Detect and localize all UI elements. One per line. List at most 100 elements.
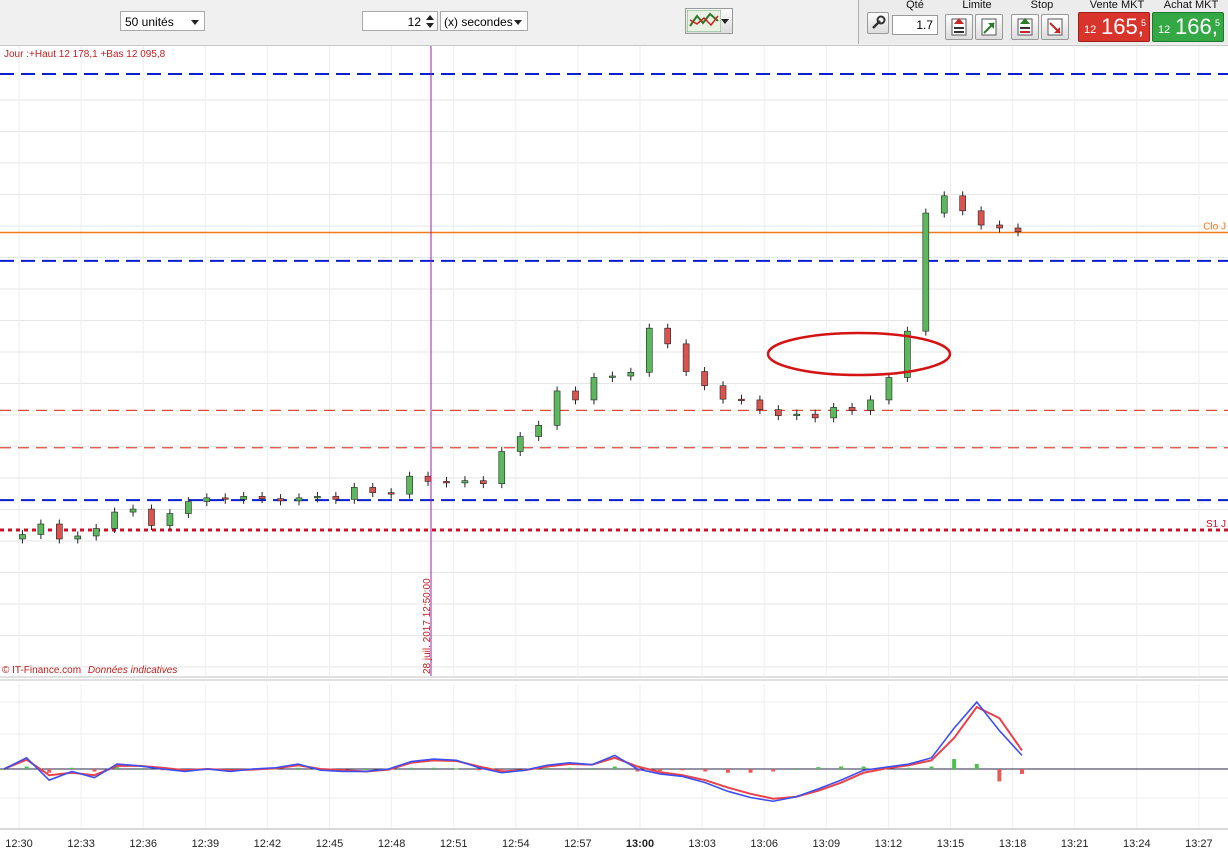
candle-body bbox=[406, 475, 413, 495]
macd-histogram-bar bbox=[703, 769, 708, 772]
macd-histogram-bar bbox=[974, 764, 979, 769]
time-tick-label: 12:39 bbox=[192, 838, 220, 850]
candle-body bbox=[922, 212, 930, 332]
consolidation-highlight bbox=[766, 331, 952, 377]
macd-histogram-bar bbox=[725, 769, 730, 773]
macd-histogram-bar bbox=[816, 767, 821, 769]
time-tick-label: 12:48 bbox=[378, 838, 406, 850]
macd-histogram-bar bbox=[680, 769, 685, 771]
time-cursor-label: 28 juil. 2017 12:50:00 bbox=[422, 578, 433, 674]
candle-body bbox=[645, 327, 653, 373]
candle-body bbox=[350, 487, 358, 500]
candle-body bbox=[480, 480, 487, 484]
candle-body bbox=[148, 508, 155, 526]
candle-body bbox=[498, 451, 506, 484]
macd-histogram-bar bbox=[771, 769, 776, 772]
level-label: S1 J bbox=[1206, 519, 1226, 530]
candle-body bbox=[701, 371, 708, 387]
candle-body bbox=[664, 327, 672, 345]
candle-body bbox=[590, 377, 598, 401]
pivot-levels: Clo J S1 J bbox=[0, 73, 1228, 532]
macd-histogram-bar bbox=[793, 769, 798, 770]
candle-body bbox=[166, 513, 174, 526]
macd-histogram-bar bbox=[658, 769, 663, 771]
time-tick-label: 12:33 bbox=[67, 838, 95, 850]
candle-body bbox=[996, 224, 1003, 229]
time-tick-label: 12:42 bbox=[254, 838, 282, 850]
candle-body bbox=[443, 481, 450, 484]
candle-body bbox=[424, 475, 432, 482]
candle-body bbox=[885, 377, 893, 401]
macd-histogram-bar bbox=[748, 769, 753, 773]
time-tick-label: 13:12 bbox=[875, 838, 903, 850]
time-axis: 12:30 12:33 12:36 12:39 12:42 12:45 12:48 12:51… bbox=[5, 838, 1212, 850]
macd-histogram-bar bbox=[137, 769, 142, 770]
time-tick-label: 13:18 bbox=[999, 838, 1027, 850]
candle-body bbox=[221, 497, 229, 500]
macd-histogram-bar bbox=[906, 767, 911, 769]
time-tick-label: 12:54 bbox=[502, 838, 530, 850]
candle-body bbox=[314, 496, 321, 499]
candle-body bbox=[738, 398, 745, 401]
time-tick-label: 12:30 bbox=[5, 838, 33, 850]
macd-histogram-bar bbox=[590, 769, 595, 770]
macd-histogram-bar bbox=[612, 766, 617, 769]
macd-histogram-bar bbox=[92, 769, 97, 772]
macd-gridlines bbox=[0, 701, 1228, 799]
macd-histogram-bar bbox=[929, 766, 934, 769]
disclaimer-label: Données indicatives bbox=[88, 665, 178, 676]
macd-histogram-bar bbox=[997, 769, 1002, 782]
candle-body bbox=[1014, 227, 1022, 233]
candle-body bbox=[848, 407, 856, 411]
price-chart[interactable]: Clo J S1 J 28 juil. 2017 12:50:00 Jour :+… bbox=[0, 0, 1228, 854]
macd-histogram-bar bbox=[47, 769, 52, 773]
candle-body bbox=[516, 436, 524, 452]
info-text: Jour :+Haut 12 178,1 +Bas 12 095,8 bbox=[4, 49, 166, 60]
copyright-label: © IT-Finance.com bbox=[2, 665, 81, 676]
macd-histogram-bar bbox=[544, 767, 549, 769]
macd-histogram-bar bbox=[431, 767, 436, 769]
time-tick-label: 12:45 bbox=[316, 838, 344, 850]
macd-histogram-bar bbox=[499, 769, 504, 771]
candle-body bbox=[553, 390, 561, 426]
candle-body bbox=[92, 528, 100, 537]
macd-signal-line bbox=[3, 705, 1023, 800]
macd-histogram-bar bbox=[477, 769, 482, 771]
candle-body bbox=[811, 413, 819, 419]
macd-line bbox=[3, 700, 1023, 803]
candle-body bbox=[719, 385, 727, 400]
candle-body bbox=[332, 496, 340, 500]
time-tick-label: 13:27 bbox=[1185, 838, 1213, 850]
macd-histogram-bar bbox=[363, 769, 368, 770]
macd-histogram-bar bbox=[952, 759, 957, 769]
candle-body bbox=[37, 523, 45, 535]
candle-body bbox=[940, 195, 948, 214]
time-tick-label: 13:24 bbox=[1123, 838, 1151, 850]
level-label: Clo J bbox=[1203, 221, 1226, 232]
candle-body bbox=[111, 511, 118, 529]
candle-body bbox=[369, 487, 377, 493]
time-tick-label: 13:00 bbox=[626, 838, 654, 850]
time-tick-label: 13:21 bbox=[1061, 838, 1089, 850]
candle-body bbox=[793, 413, 801, 416]
macd-histogram-bar bbox=[839, 766, 844, 769]
macd-histogram-bar bbox=[861, 766, 866, 769]
candle-body bbox=[258, 496, 266, 499]
time-tick-label: 13:06 bbox=[750, 838, 778, 850]
candle-body bbox=[387, 492, 395, 495]
macd-histogram-bar bbox=[409, 767, 414, 769]
candle-body bbox=[74, 535, 82, 540]
macd-panel bbox=[2, 700, 1024, 803]
candle-body bbox=[277, 498, 284, 502]
horizontal-gridlines bbox=[0, 99, 1228, 668]
time-tick-label: 12:57 bbox=[564, 838, 592, 850]
time-tick-label: 13:15 bbox=[937, 838, 965, 850]
candle-body bbox=[572, 390, 579, 401]
time-tick-label: 12:51 bbox=[440, 838, 468, 850]
candle-body bbox=[867, 399, 874, 411]
candle-body bbox=[56, 523, 63, 540]
candle-body bbox=[203, 497, 211, 502]
candle-body bbox=[775, 409, 782, 416]
candle-body bbox=[240, 496, 247, 500]
candle-body bbox=[129, 508, 137, 513]
